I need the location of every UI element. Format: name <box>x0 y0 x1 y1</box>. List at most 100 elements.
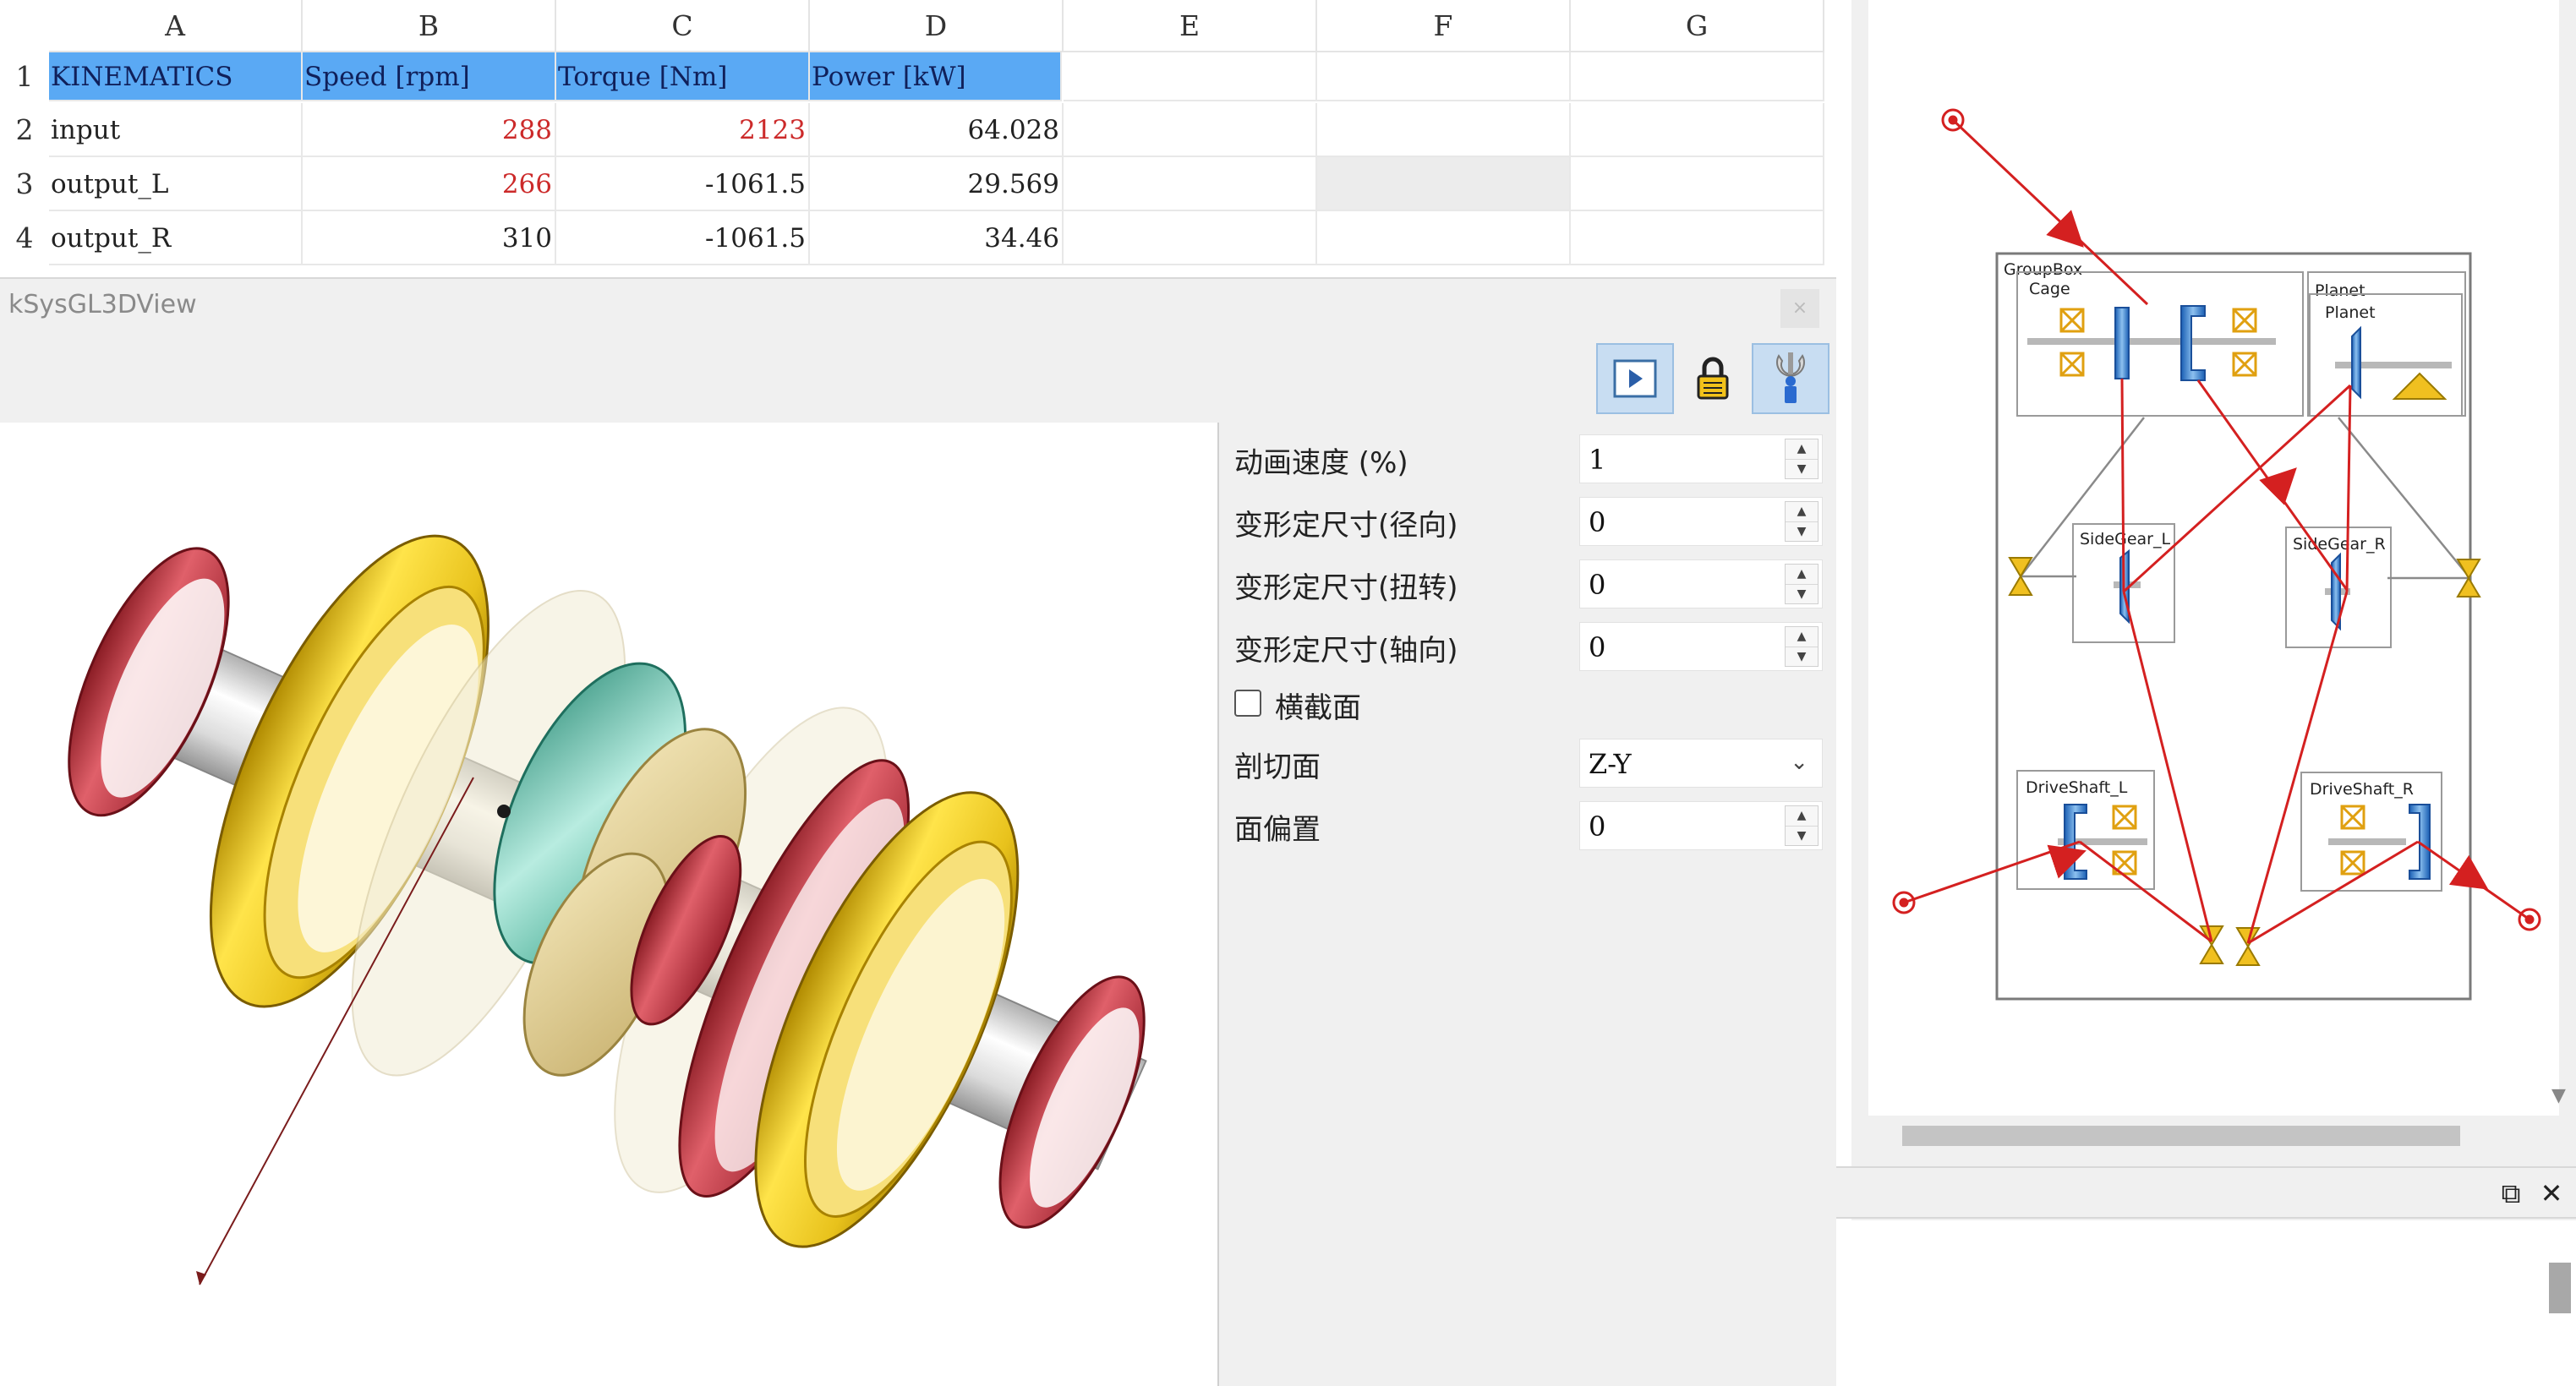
cell-g1[interactable] <box>1571 52 1824 101</box>
cell-c3[interactable]: -1061.5 <box>556 157 810 211</box>
cell-f4[interactable] <box>1317 211 1571 265</box>
spin-down-icon[interactable]: ▼ <box>1786 826 1818 845</box>
restore-window-icon[interactable]: ⧉ <box>2494 1176 2528 1210</box>
cell-f3-selected[interactable] <box>1317 157 1571 211</box>
deform-radial-value: 0 <box>1589 506 1606 538</box>
spin-up-icon[interactable]: ▲ <box>1786 806 1818 826</box>
vertical-scrollbar-thumb[interactable] <box>2549 1263 2571 1313</box>
cell-d3[interactable]: 29.569 <box>810 157 1064 211</box>
cross-section-checkbox[interactable] <box>1234 690 1261 717</box>
cell-c1[interactable]: Torque [Nm] <box>556 52 810 101</box>
face-offset-input[interactable]: 0 ▲ ▼ <box>1579 801 1823 850</box>
lock-view-button[interactable] <box>1674 343 1752 414</box>
row-header-4[interactable]: 4 <box>0 211 49 265</box>
spin-up-icon[interactable]: ▲ <box>1786 439 1818 459</box>
cell-g3[interactable] <box>1571 157 1824 211</box>
spin-down-icon[interactable]: ▼ <box>1786 459 1818 478</box>
play-animation-button[interactable] <box>1596 343 1674 414</box>
spin-up-icon[interactable]: ▲ <box>1786 627 1818 647</box>
cell-e2[interactable] <box>1064 103 1317 157</box>
face-offset-label: 面偏置 <box>1234 813 1321 847</box>
lock-icon <box>1697 357 1729 400</box>
deform-axial-label: 变形定尺寸(轴向) <box>1234 634 1458 668</box>
animation-speed-label: 动画速度 (%) <box>1234 446 1408 480</box>
spin-down-icon[interactable]: ▼ <box>1786 647 1818 666</box>
schematic-canvas[interactable]: GroupBox Cage Planet Planet SideGear_L S… <box>1868 0 2559 1116</box>
column-header-b[interactable]: B <box>303 0 556 52</box>
cell-a4[interactable]: output_R <box>49 211 303 265</box>
groupbox-label: GroupBox <box>2004 260 2082 279</box>
cell-a3[interactable]: output_L <box>49 157 303 211</box>
cell-g4[interactable] <box>1571 211 1824 265</box>
3d-viewport[interactable] <box>0 423 1217 1386</box>
planet-inner-label: Planet <box>2325 303 2376 322</box>
cell-f1[interactable] <box>1317 52 1571 101</box>
column-header-g[interactable]: G <box>1571 0 1824 52</box>
structure-lines <box>2020 417 2469 580</box>
settings-tool-button[interactable] <box>1752 343 1829 414</box>
wrench-icon <box>1776 352 1805 403</box>
spin-up-icon[interactable]: ▲ <box>1786 565 1818 584</box>
animation-speed-spinner[interactable]: ▲ ▼ <box>1785 439 1819 479</box>
cell-e3[interactable] <box>1064 157 1317 211</box>
spin-up-icon[interactable]: ▲ <box>1786 502 1818 521</box>
cell-a1[interactable]: KINEMATICS <box>49 52 303 101</box>
cell-d2[interactable]: 64.028 <box>810 103 1064 157</box>
schematic-panel: GroupBox Cage Planet Planet SideGear_L S… <box>1836 0 2576 1386</box>
spin-down-icon[interactable]: ▼ <box>1786 521 1818 541</box>
face-offset-value: 0 <box>1589 810 1606 843</box>
row-header-3[interactable]: 3 <box>0 157 49 211</box>
dock-panel-body <box>1836 1220 2576 1386</box>
cell-a2[interactable]: input <box>49 103 303 157</box>
cell-e4[interactable] <box>1064 211 1317 265</box>
deform-axial-spinner[interactable]: ▲ ▼ <box>1785 626 1819 667</box>
chevron-down-icon[interactable]: ⌄ <box>1790 750 1808 775</box>
cell-d1[interactable]: Power [kW] <box>810 52 1062 101</box>
window-title: kSysGL3DView <box>8 290 197 319</box>
row-header-1[interactable]: 1 <box>0 52 49 101</box>
cell-b4[interactable]: 310 <box>303 211 556 265</box>
cell-b2[interactable]: 288 <box>303 103 556 157</box>
deform-radial-spinner[interactable]: ▲ ▼ <box>1785 501 1819 542</box>
section-plane-dropdown[interactable]: Z-Y ⌄ <box>1579 739 1823 788</box>
window-title-bar: kSysGL3DView <box>0 279 1836 335</box>
deform-axial-input[interactable]: 0 ▲ ▼ <box>1579 622 1823 671</box>
cell-c4[interactable]: -1061.5 <box>556 211 810 265</box>
cell-c2[interactable]: 2123 <box>556 103 810 157</box>
planet-outer-label: Planet <box>2315 281 2365 300</box>
close-window-button[interactable]: × <box>1780 289 1819 328</box>
spreadsheet: A B C D E F G 1 2 3 4 KINEMATICS Speed [… <box>0 0 1851 279</box>
face-offset-spinner[interactable]: ▲ ▼ <box>1785 805 1819 846</box>
row-header-2[interactable]: 2 <box>0 103 49 157</box>
deform-torsion-input[interactable]: 0 ▲ ▼ <box>1579 559 1823 608</box>
section-plane-value: Z-Y <box>1589 748 1632 780</box>
deform-axial-value: 0 <box>1589 631 1606 663</box>
animation-speed-value: 1 <box>1589 444 1606 476</box>
deform-torsion-value: 0 <box>1589 569 1606 601</box>
animation-speed-input[interactable]: 1 ▲ ▼ <box>1579 434 1823 483</box>
differential-3d-model[interactable] <box>0 423 1217 1386</box>
cage-label: Cage <box>2029 280 2070 298</box>
view-toolbar <box>0 335 1836 423</box>
deform-radial-input[interactable]: 0 ▲ ▼ <box>1579 497 1823 546</box>
horizontal-scrollbar[interactable] <box>1868 1116 2559 1156</box>
cell-g2[interactable] <box>1571 103 1824 157</box>
close-dock-icon[interactable]: ✕ <box>2535 1176 2568 1210</box>
cell-b1[interactable]: Speed [rpm] <box>303 52 556 101</box>
column-header-e[interactable]: E <box>1064 0 1317 52</box>
column-header-c[interactable]: C <box>556 0 810 52</box>
cell-e1[interactable] <box>1064 52 1317 101</box>
column-header-d[interactable]: D <box>810 0 1064 52</box>
port-node-icons <box>1892 108 2541 931</box>
cell-f2[interactable] <box>1317 103 1571 157</box>
scroll-down-arrow-icon[interactable]: ▼ <box>2551 1085 2566 1106</box>
cell-d4[interactable]: 34.46 <box>810 211 1064 265</box>
sidegear-l-label: SideGear_L <box>2080 530 2170 548</box>
horizontal-scrollbar-thumb[interactable] <box>1902 1126 2460 1146</box>
deform-torsion-spinner[interactable]: ▲ ▼ <box>1785 564 1819 604</box>
drivetrain-schematic[interactable]: GroupBox Cage Planet Planet SideGear_L S… <box>1868 0 2559 1116</box>
cell-b3[interactable]: 266 <box>303 157 556 211</box>
column-header-f[interactable]: F <box>1317 0 1571 52</box>
spin-down-icon[interactable]: ▼ <box>1786 584 1818 603</box>
column-header-a[interactable]: A <box>49 0 303 52</box>
